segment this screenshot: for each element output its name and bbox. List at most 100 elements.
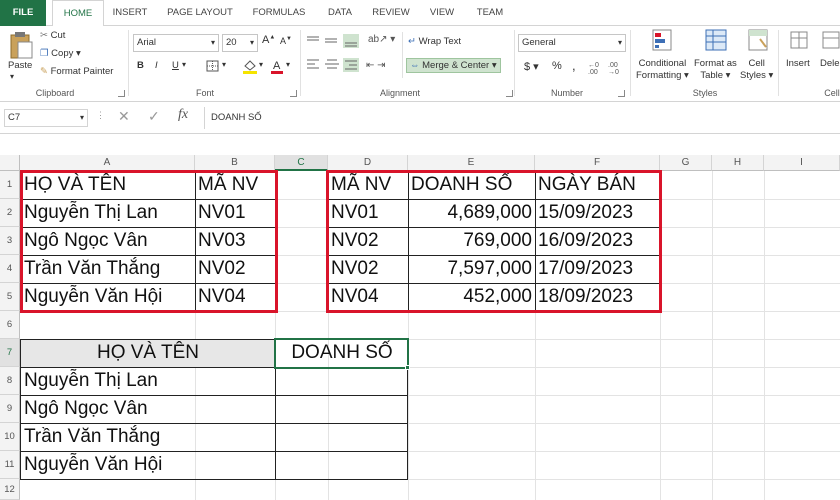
paste-button[interactable]: Paste: [8, 60, 32, 71]
cell-a10[interactable]: Trần Văn Thắng: [22, 423, 274, 451]
enter-icon[interactable]: ✓: [148, 108, 160, 125]
column-header-f[interactable]: F: [535, 155, 660, 171]
fill-color-icon[interactable]: [242, 58, 258, 74]
increase-decimal-icon[interactable]: ←0.00: [588, 62, 599, 76]
delete-cells-button[interactable]: Dele: [820, 58, 840, 69]
copy-button[interactable]: ❐ Copy ▾: [40, 48, 81, 59]
row-header-7[interactable]: 7: [0, 339, 20, 367]
tab-team[interactable]: TEAM: [470, 0, 510, 26]
vertical-align-icons[interactable]: [305, 34, 359, 48]
clipboard-launcher-icon[interactable]: [118, 90, 125, 97]
cell-styles-icon[interactable]: [748, 29, 770, 53]
row-header-3[interactable]: 3: [0, 227, 20, 255]
row-header-1[interactable]: 1: [0, 171, 20, 199]
name-box[interactable]: C7 ▾: [4, 109, 88, 127]
tab-page-layout[interactable]: PAGE LAYOUT: [164, 0, 236, 26]
number-launcher-icon[interactable]: [618, 90, 625, 97]
alignment-launcher-icon[interactable]: [506, 90, 513, 97]
font-launcher-icon[interactable]: [290, 90, 297, 97]
orientation-icon[interactable]: ab↗ ▾: [368, 34, 395, 45]
number-format-select[interactable]: General ▾: [518, 34, 626, 52]
paste-icon[interactable]: [8, 30, 34, 60]
row-header-9[interactable]: 9: [0, 395, 20, 423]
column-header-i[interactable]: I: [764, 155, 840, 171]
conditional-formatting-button[interactable]: Conditional Formatting ▾: [636, 58, 689, 82]
fill-dropdown-icon[interactable]: ▾: [259, 60, 263, 69]
fill-handle[interactable]: [405, 365, 410, 370]
tab-review[interactable]: REVIEW: [368, 0, 414, 26]
font-name-select[interactable]: Arial ▾: [133, 34, 219, 52]
cell-a11[interactable]: Nguyễn Văn Hội: [22, 451, 274, 479]
conditional-formatting-icon[interactable]: [652, 29, 674, 53]
grow-font-button[interactable]: A▲: [262, 34, 275, 46]
tab-data[interactable]: DATA: [322, 0, 358, 26]
format-as-table-button[interactable]: Format as Table ▾: [694, 58, 737, 82]
chevron-down-icon: ▾: [79, 113, 84, 122]
tab-formulas[interactable]: FORMULAS: [248, 0, 310, 26]
italic-button[interactable]: I: [155, 60, 158, 71]
cell-styles-button[interactable]: Cell Styles ▾: [740, 58, 773, 82]
row-header-8[interactable]: 8: [0, 367, 20, 395]
tab-view[interactable]: VIEW: [424, 0, 460, 26]
column-header-e[interactable]: E: [408, 155, 535, 171]
row-header-10[interactable]: 10: [0, 423, 20, 451]
borders-icon[interactable]: [206, 60, 220, 72]
insert-cells-icon[interactable]: [790, 29, 810, 53]
font-color-dropdown-icon[interactable]: ▾: [286, 60, 290, 69]
font-group-label: Font: [195, 88, 214, 98]
table-border: [20, 423, 408, 424]
paste-dropdown-icon[interactable]: ▾: [10, 72, 14, 81]
row-header-12[interactable]: 12: [0, 479, 20, 500]
row-header-4[interactable]: 4: [0, 255, 20, 283]
decrease-decimal-icon[interactable]: .00 →0: [608, 62, 619, 76]
format-as-table-icon[interactable]: [705, 29, 729, 53]
formatting-label: Formatting: [636, 70, 682, 81]
column-header-d[interactable]: D: [328, 155, 408, 171]
row-header-6[interactable]: 6: [0, 311, 20, 339]
underline-dropdown-icon[interactable]: ▾: [182, 60, 186, 69]
formula-input[interactable]: DOANH SỐ: [204, 107, 840, 129]
tab-file[interactable]: FILE: [0, 0, 46, 26]
tab-home[interactable]: HOME: [52, 0, 104, 27]
borders-dropdown-icon[interactable]: ▾: [222, 60, 226, 69]
wrap-text-button[interactable]: ↵ Wrap Text: [408, 36, 461, 47]
format-painter-label: Format Painter: [50, 66, 114, 77]
cut-button[interactable]: ✂ Cut: [40, 30, 65, 41]
cell-a9[interactable]: Ngô Ngọc Vân: [22, 395, 274, 423]
format-painter-button[interactable]: ✎ Format Painter: [40, 66, 113, 77]
table-label: Table: [700, 70, 724, 81]
delete-cells-icon[interactable]: [822, 29, 840, 53]
highlight-box-employees: [20, 170, 278, 313]
row-header-5[interactable]: 5: [0, 283, 20, 311]
table-border: [20, 339, 21, 480]
currency-button[interactable]: $ ▾: [524, 60, 539, 73]
column-header-g[interactable]: G: [660, 155, 712, 171]
font-name-value: Arial: [137, 37, 157, 48]
horizontal-align-icons[interactable]: [305, 58, 359, 72]
cancel-icon[interactable]: ✕: [118, 108, 130, 125]
column-header-c[interactable]: C: [275, 155, 328, 171]
ribbon-separator: [630, 30, 631, 96]
cell-label: Cell: [748, 58, 765, 69]
cell-a8[interactable]: Nguyễn Thị Lan: [22, 367, 274, 395]
cell-a7[interactable]: HỌ VÀ TÊN: [21, 339, 275, 367]
column-header-b[interactable]: B: [195, 155, 275, 171]
indent-icons[interactable]: ⇤ ⇥: [366, 60, 386, 71]
underline-button[interactable]: U: [172, 60, 179, 71]
ribbon-tabs: FILE HOME INSERT PAGE LAYOUT FORMULAS DA…: [0, 0, 840, 27]
select-all-corner[interactable]: [0, 155, 20, 171]
comma-button[interactable]: ,: [572, 58, 576, 73]
merge-center-button[interactable]: ⇔ Merge & Center ▾: [406, 58, 501, 73]
insert-function-button[interactable]: fx: [178, 107, 188, 123]
row-header-11[interactable]: 11: [0, 451, 20, 479]
shrink-font-button[interactable]: A▼: [280, 36, 292, 46]
tab-insert[interactable]: INSERT: [108, 0, 152, 26]
column-header-a[interactable]: A: [20, 155, 195, 171]
row-header-2[interactable]: 2: [0, 199, 20, 227]
font-size-select[interactable]: 20 ▾: [222, 34, 258, 52]
percent-button[interactable]: %: [552, 60, 562, 72]
insert-cells-button[interactable]: Insert: [786, 58, 810, 69]
font-color-icon[interactable]: A: [270, 58, 284, 74]
bold-button[interactable]: B: [137, 60, 144, 71]
column-header-h[interactable]: H: [712, 155, 764, 171]
